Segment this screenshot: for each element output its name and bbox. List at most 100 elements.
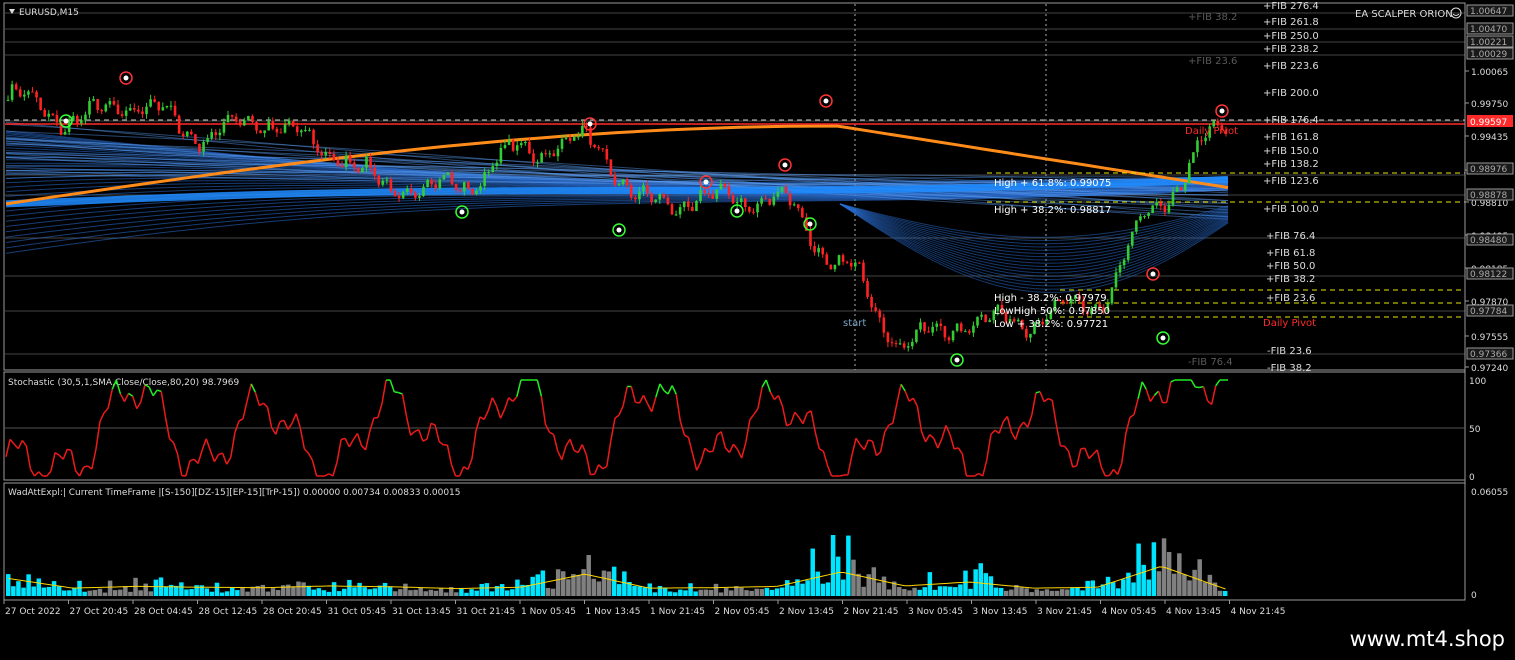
bear-candle — [528, 141, 531, 154]
stochastic-segment — [773, 394, 779, 401]
bull-candle — [385, 179, 389, 181]
stochastic-segment — [1027, 414, 1033, 428]
stochastic-segment — [651, 396, 657, 412]
stochastic-segment — [614, 414, 620, 419]
bull-candle — [1126, 245, 1130, 260]
stochastic-segment — [781, 406, 788, 426]
stochastic-segment — [789, 411, 796, 425]
wad-panel-frame — [3, 482, 1466, 601]
wad-bar-cyan — [6, 574, 11, 596]
watermark-url[interactable]: www.mt4.shop — [1350, 627, 1505, 651]
wad-bar-gray — [118, 589, 123, 596]
stochastic-segment — [585, 454, 592, 475]
bear-candle — [43, 109, 46, 117]
stochastic-segment — [242, 400, 248, 419]
bear-candle — [35, 91, 38, 98]
stochastic-segment — [961, 453, 968, 477]
wad-bar-gray — [723, 588, 729, 596]
swing-low-dot — [63, 118, 69, 124]
wad-bar-gray — [123, 585, 128, 596]
wad-bar-gray — [759, 589, 765, 596]
swing-high-dot — [123, 75, 129, 81]
stochastic-segment — [871, 441, 878, 456]
stochastic-segment — [1153, 390, 1160, 396]
bear-candle — [532, 153, 535, 163]
wad-bar-cyan — [947, 586, 953, 596]
stochastic-segment — [552, 434, 559, 452]
wad-bar-gray — [443, 592, 449, 596]
stochastic-segment — [1063, 445, 1070, 452]
wad-bar-cyan — [764, 587, 770, 596]
wad-bar-gray — [148, 591, 154, 596]
bull-candle — [760, 198, 763, 204]
wad-bar-gray — [1029, 592, 1034, 596]
bull-candle — [642, 185, 645, 192]
wad-bar-gray — [591, 578, 597, 596]
time-tick-label: 27 Oct 20:45 — [70, 607, 129, 617]
wad-bar-cyan — [224, 591, 230, 596]
stochastic-segment — [516, 379, 522, 397]
stochastic-segment — [1145, 388, 1152, 402]
wad-bar-cyan — [36, 578, 42, 596]
bear-candle — [882, 317, 886, 333]
wad-bar-cyan — [647, 583, 653, 596]
stochastic-segment — [659, 383, 665, 392]
bear-candle — [96, 99, 99, 110]
wad-bar-gray — [97, 588, 103, 596]
wad-bar-cyan — [662, 588, 668, 596]
wad-bar-cyan — [469, 589, 474, 596]
bear-candle — [605, 148, 609, 160]
bear-candle — [369, 156, 372, 168]
stochastic-segment — [573, 449, 579, 454]
wad-bar-cyan — [1095, 588, 1101, 596]
bear-candle — [870, 296, 873, 308]
wad-bar-gray — [1166, 552, 1172, 596]
bull-candle — [108, 101, 112, 105]
time-tick-label: 4 Nov 13:45 — [1166, 607, 1221, 617]
wad-bar-cyan — [347, 579, 352, 596]
wad-bar-cyan — [46, 586, 52, 596]
wad-bar-gray — [713, 583, 719, 596]
wad-bar-cyan — [942, 586, 948, 596]
wad-bar-cyan — [336, 591, 342, 596]
wad-bar-cyan — [774, 588, 780, 596]
wad-bar-gray — [260, 584, 266, 596]
bear-candle — [943, 326, 947, 338]
stochastic-segment — [262, 402, 269, 408]
bull-candle — [80, 120, 83, 124]
bull-candle — [756, 203, 759, 213]
stochastic-segment — [900, 383, 906, 392]
bull-candle — [10, 84, 14, 100]
price-tick-label: 1.00065 — [1471, 68, 1508, 78]
stochastic-segment — [794, 411, 800, 418]
bear-candle — [593, 144, 596, 148]
wad-bar-cyan — [72, 587, 77, 596]
bear-candle — [39, 97, 42, 110]
bull-candle — [524, 141, 527, 144]
stochastic-segment — [475, 416, 481, 432]
stochastic-segment — [675, 394, 682, 422]
wad-bar-cyan — [810, 548, 815, 596]
stochastic-segment — [205, 438, 212, 451]
stochastic-segment — [1210, 385, 1217, 405]
wad-bar-cyan — [790, 585, 795, 596]
bear-candle — [723, 183, 727, 187]
bear-candle — [670, 204, 674, 215]
bull-candle — [1118, 265, 1122, 273]
bull-candle — [165, 105, 169, 108]
chart-canvas[interactable]: EURUSD,M15 EA SCALPER ORION +FIB 276.4 +FIB… — [0, 0, 1515, 622]
stochastic-segment — [344, 438, 350, 448]
bear-candle — [471, 188, 474, 195]
stochastic-segment — [638, 394, 645, 404]
wad-bar-gray — [907, 590, 912, 596]
stochastic-segment — [21, 439, 28, 447]
wad-bar-cyan — [963, 570, 968, 596]
stochastic-segment — [655, 383, 661, 398]
wad-bar-gray — [1034, 589, 1040, 596]
stochastic-segment — [303, 448, 309, 454]
stochastic-segment — [58, 454, 64, 460]
bear-candle — [902, 343, 906, 348]
wad-bar-cyan — [1075, 587, 1080, 596]
stochastic-segment — [168, 438, 175, 444]
bear-candle — [927, 331, 930, 333]
